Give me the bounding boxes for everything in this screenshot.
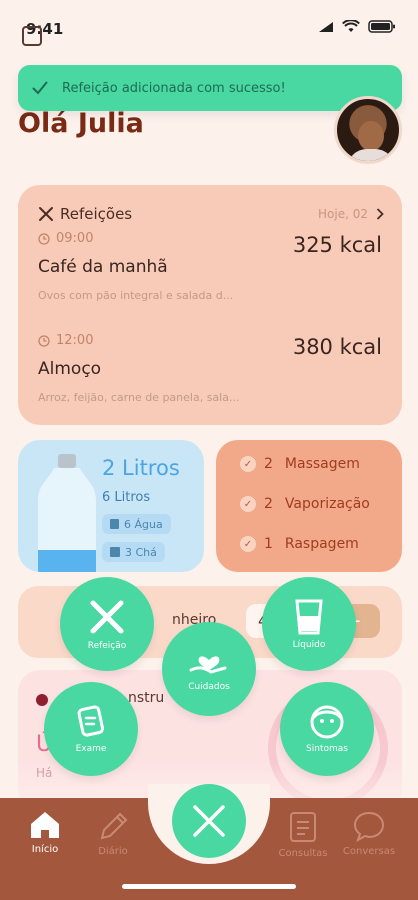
meals-title: Refeições	[60, 205, 133, 223]
cycle-label: nstru	[128, 690, 165, 706]
document-icon	[77, 705, 105, 737]
meals-card[interactable]: Refeições Hoje, 02 09:00 325 kcal Café d…	[18, 185, 402, 425]
check-icon: ✓	[240, 456, 256, 472]
water-chip: 6 Água	[102, 514, 171, 534]
meals-date-selector[interactable]: Hoje, 02	[318, 207, 384, 221]
fab-symptoms-button[interactable]: Sintomas	[280, 682, 374, 776]
bath-icon	[22, 26, 42, 46]
nav-label: Consultas	[278, 848, 328, 859]
check-icon: ✓	[240, 496, 256, 512]
water-card[interactable]: 2 Litros 6 Litros 6 Água 3 Chá	[18, 440, 204, 572]
glass-icon	[295, 599, 323, 635]
battery-icon	[368, 20, 395, 33]
toast-message: Refeição adicionada com sucesso!	[62, 80, 286, 96]
fab-label: Exame	[75, 744, 107, 754]
clock-icon	[38, 334, 50, 347]
fab-liquid-button[interactable]: Líquido	[262, 577, 356, 671]
signal-icon	[319, 21, 333, 32]
meal-time: 12:00	[38, 333, 93, 348]
meal-name[interactable]: Café da manhã	[38, 257, 168, 277]
status-icons	[318, 20, 396, 33]
fab-label: Sintomas	[306, 744, 348, 754]
home-icon	[31, 812, 59, 838]
wifi-icon	[342, 20, 360, 32]
nav-label: Diário	[98, 846, 128, 857]
clipboard-icon	[290, 812, 316, 842]
water-goal: 6 Litros	[102, 490, 151, 505]
meal-description: Ovos com pão integral e salada d...	[38, 289, 234, 302]
meal-time-value: 09:00	[56, 231, 94, 246]
nav-item-consults[interactable]: Consultas	[268, 810, 338, 859]
nav-label: Início	[31, 844, 59, 855]
chat-bubble-icon	[353, 811, 385, 842]
chip-label: 6 Água	[124, 517, 163, 531]
care-card[interactable]: ✓ 2 Massagem ✓ 2 Vaporização ✓ 1 Raspage…	[216, 440, 402, 572]
chip-label: 3 Chá	[125, 545, 157, 559]
fab-label: Cuidados	[188, 682, 230, 692]
drop-icon	[36, 694, 48, 706]
pencil-icon	[100, 812, 128, 840]
care-item: ✓ 2 Vaporização	[240, 496, 370, 512]
fab-care-button[interactable]: Cuidados	[162, 622, 256, 716]
utensils-icon	[90, 600, 124, 634]
chevron-right-icon	[376, 208, 384, 220]
check-icon	[32, 81, 48, 95]
nav-item-diary[interactable]: Diário	[78, 810, 148, 857]
nav-label: Conversas	[342, 846, 396, 857]
utensils-icon	[39, 207, 53, 221]
meal-kcal: 325 kcal	[292, 233, 382, 257]
meal-description: Arroz, feijão, carne de panela, sala...	[38, 391, 240, 404]
face-icon	[310, 705, 344, 739]
meal-kcal: 380 kcal	[292, 335, 382, 359]
care-item: ✓ 1 Raspagem	[240, 536, 359, 552]
check-icon: ✓	[240, 536, 256, 552]
bottle-icon	[38, 454, 96, 572]
nav-item-home[interactable]: Início	[10, 810, 80, 855]
care-item: ✓ 2 Massagem	[240, 456, 360, 472]
meals-date: Hoje, 02	[318, 207, 368, 221]
avatar[interactable]	[334, 96, 402, 164]
cup-icon	[110, 519, 119, 529]
care-hand-icon	[189, 656, 227, 674]
close-fab-button[interactable]	[172, 784, 246, 858]
mug-icon	[110, 547, 120, 557]
meal-time: 09:00	[38, 231, 93, 246]
home-indicator	[122, 884, 296, 889]
fab-label: Refeição	[87, 641, 127, 651]
water-amount: 2 Litros	[102, 456, 180, 480]
greeting-title: Olá Julia	[18, 108, 144, 139]
nav-item-chats[interactable]: Conversas	[334, 810, 404, 857]
fab-meal-button[interactable]: Refeição	[60, 577, 154, 671]
meal-name[interactable]: Almoço	[38, 359, 101, 379]
meal-time-value: 12:00	[56, 333, 94, 348]
fab-exam-button[interactable]: Exame	[44, 682, 138, 776]
meals-header: Refeições	[38, 205, 132, 223]
close-icon	[193, 805, 225, 837]
fab-label: Líquido	[292, 640, 326, 650]
clock-icon	[38, 232, 50, 245]
tea-chip: 3 Chá	[102, 542, 165, 562]
